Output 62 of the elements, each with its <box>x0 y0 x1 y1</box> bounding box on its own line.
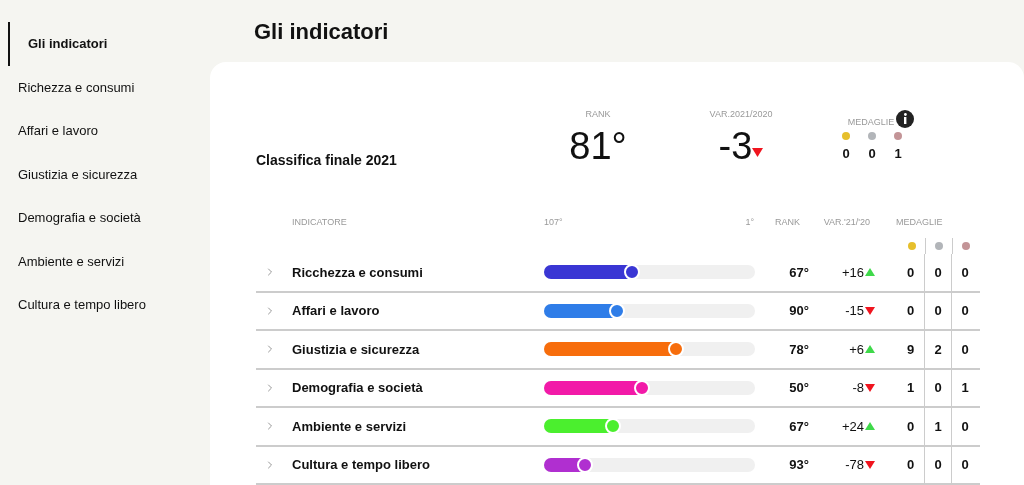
summary-title: Classifica finale 2021 <box>256 151 398 170</box>
rank-cell-text: 50° <box>788 379 809 397</box>
medal-count: 9 <box>906 340 915 359</box>
progress-thumb <box>634 379 651 396</box>
indicator-name: Demografia e società <box>292 379 424 397</box>
sidebar-item[interactable]: Ambiente e servizi <box>0 239 210 283</box>
sidebar-item[interactable]: Richezza e consumi <box>0 65 210 109</box>
indicator-name: Affari e lavoro <box>292 302 381 320</box>
indicator-name: Cultura e tempo libero <box>292 456 431 474</box>
variation-cell-text: -78 <box>845 456 864 474</box>
medals-label: MEDAGLIE <box>847 116 895 129</box>
column-header: INDICATORE <box>291 216 348 230</box>
variation-cell-text: +6 <box>849 340 864 359</box>
medal-count: 2 <box>934 340 942 359</box>
medal-count: 0 <box>906 417 915 436</box>
column-header: RANK <box>774 216 800 230</box>
info-icon[interactable] <box>896 109 915 128</box>
rank-cell-text: 90° <box>788 302 809 320</box>
medal-count: 0 <box>934 456 942 474</box>
variation-cell-text: +16 <box>841 263 864 282</box>
progress-thumb <box>577 456 594 473</box>
medal-count: 0 <box>934 302 942 320</box>
column-header: VAR.'21/'20 <box>822 216 870 230</box>
sidebar-item[interactable]: Giustizia e sicurezza <box>0 152 210 196</box>
indicator-name: Giustizia e sicurezza <box>292 340 421 359</box>
medal-count: 0 <box>961 302 969 320</box>
medal-count: 0 <box>961 340 969 359</box>
medal-count: 0 <box>842 144 850 163</box>
medal-count: 1 <box>906 379 915 397</box>
medal-count: 0 <box>961 417 969 436</box>
column-header: MEDAGLIE <box>896 216 943 230</box>
medal-count: 1 <box>961 379 969 397</box>
sidebar-item[interactable]: Gli indicatori <box>8 22 210 66</box>
medal-count: 0 <box>934 379 942 397</box>
rank-cell-text: 67° <box>788 263 809 282</box>
medal-count: 1 <box>894 144 902 163</box>
medal-count: 0 <box>906 263 915 282</box>
medal-count: 0 <box>961 263 969 282</box>
sidebar-item[interactable]: Affari e lavoro <box>0 109 210 153</box>
medal-count: 0 <box>961 456 969 474</box>
scale-max-label: 1° <box>744 216 754 230</box>
variation-cell-text: -8 <box>852 379 864 397</box>
medal-count: 1 <box>934 417 942 436</box>
medal-count: 0 <box>906 456 915 474</box>
scale-min-label: 107° <box>544 216 564 230</box>
page-title: Gli indicatori <box>253 17 390 46</box>
indicator-name: Ricchezza e consumi <box>292 263 424 282</box>
sidebar-item[interactable]: Cultura e tempo libero <box>0 283 210 327</box>
medal-count: 0 <box>906 302 915 320</box>
rank-label: RANK <box>585 108 611 121</box>
medal-count: 0 <box>868 144 876 163</box>
indicator-name: Ambiente e servizi <box>292 417 408 436</box>
variation-label: VAR.2021/2020 <box>709 108 773 121</box>
rank-cell-text: 67° <box>788 417 809 436</box>
rank-cell-text: 78° <box>788 340 809 359</box>
rank-cell-text: 93° <box>788 456 809 474</box>
variation-cell-text: -15 <box>845 302 864 320</box>
variation-cell-text: +24 <box>841 417 864 436</box>
medal-count: 0 <box>934 263 942 282</box>
sidebar-item[interactable]: Demografia e società <box>0 196 210 240</box>
rank-value: 81° <box>569 123 627 168</box>
variation-value: -3 <box>718 123 753 168</box>
